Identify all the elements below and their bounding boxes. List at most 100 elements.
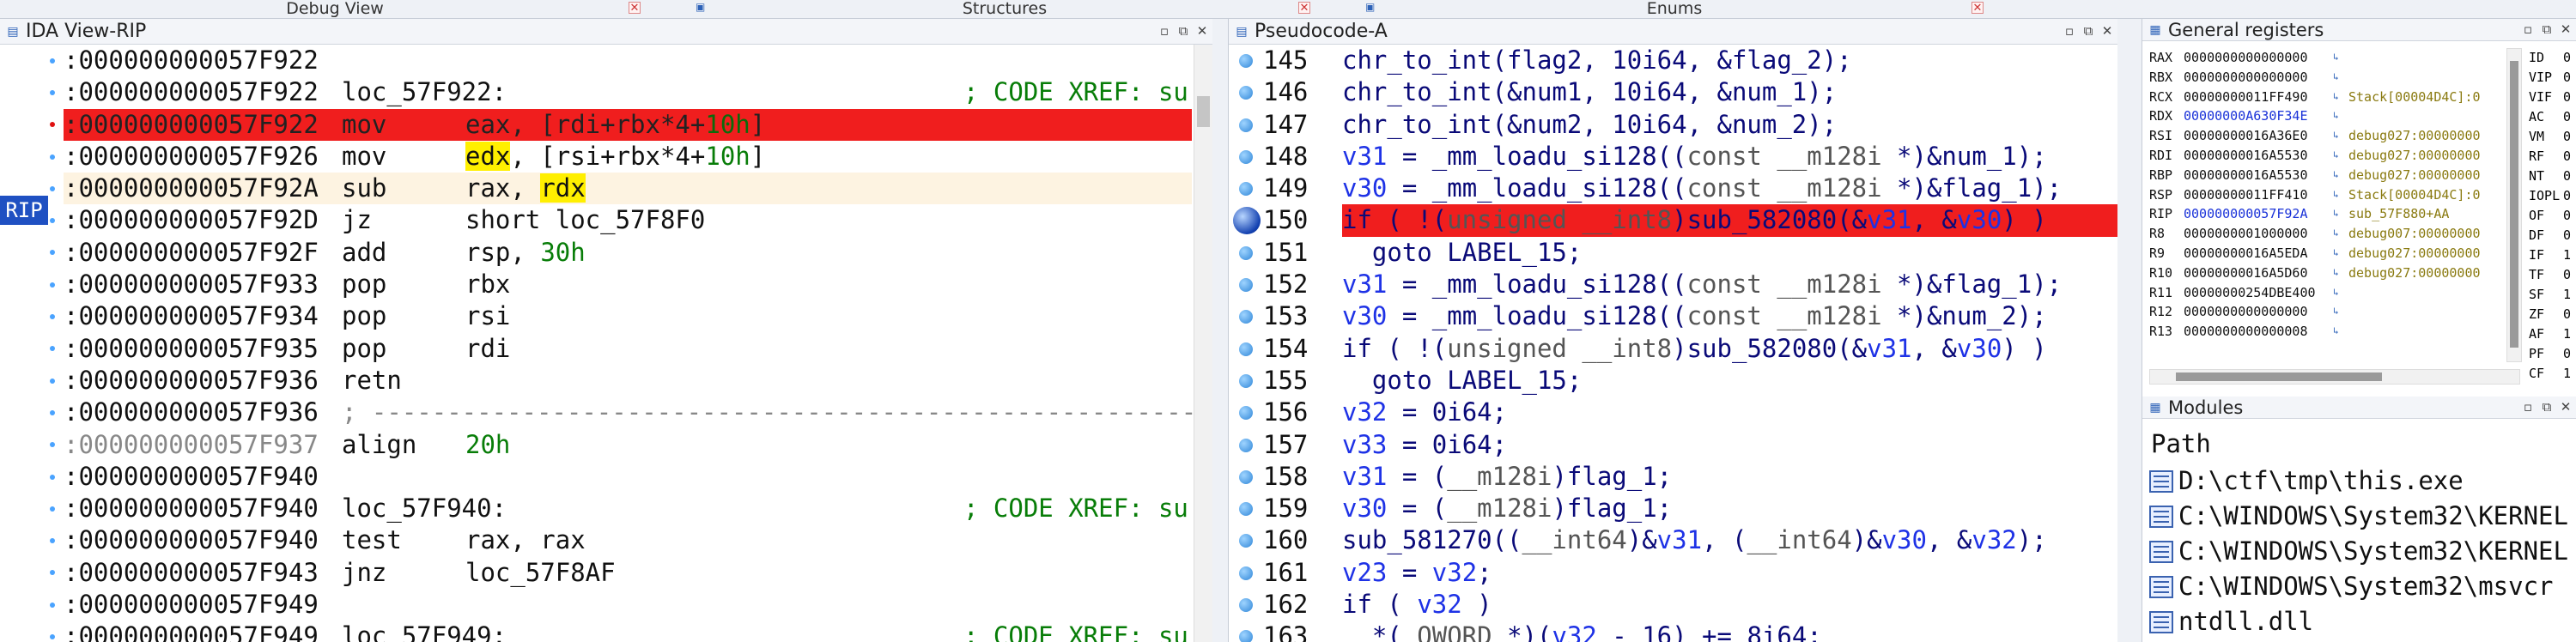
register-jump-icon[interactable]: ↳ (2333, 247, 2345, 258)
pseudocode-text[interactable]: chr_to_int(&num2, 10i64, &num_2); (1342, 109, 1837, 141)
register-value[interactable]: 000000000057F92A (2184, 204, 2308, 224)
flag-row[interactable]: CF 1 (2527, 364, 2573, 384)
ida-disassembly-listing[interactable]: :000000000057F922:000000000057F922 loc_57… (64, 45, 1212, 642)
module-row[interactable]: ntdll.dll (2148, 604, 2576, 639)
flag-row[interactable]: VIP 0 (2527, 68, 2573, 88)
register-row[interactable]: RAX 0000000000000000 ↳ (2149, 48, 2508, 68)
registers-restore-icon[interactable]: ⧉ (2538, 21, 2555, 38)
flag-row[interactable]: AC 0 (2527, 107, 2573, 127)
registers-close-icon[interactable]: ✕ (2557, 21, 2574, 38)
register-row[interactable]: RBX 0000000000000000 ↳ (2149, 68, 2508, 88)
asm-line[interactable]: :000000000057F926 mov edx, [rsi+rbx*4+10h] (64, 141, 1192, 173)
register-jump-icon[interactable]: ↳ (2333, 306, 2345, 317)
flag-row[interactable]: VM 0 (2527, 127, 2573, 147)
register-jump-icon[interactable]: ↳ (2333, 169, 2345, 180)
asm-xref-comment[interactable]: ; CODE XREF: su (963, 76, 1188, 108)
highlighted-register[interactable]: edx (465, 141, 511, 171)
pseudocode-line[interactable]: 154 if ( !(unsigned __int8)sub_582080(&v3… (1229, 333, 2117, 365)
tab-structures[interactable]: Structures (824, 0, 1185, 19)
register-value[interactable]: 00000000A630F34E (2184, 106, 2308, 126)
asm-line[interactable]: :000000000057F936 ; ---------------------… (64, 397, 1212, 428)
ida-view-close-icon[interactable]: ✕ (1194, 22, 1211, 39)
modules-pane[interactable]: ▦ Modules ▫ ⧉ ✕ Path D:\ctf\tmp\this.exe… (2142, 397, 2576, 642)
flags-list[interactable]: ID 0 VIP 0 VIF 0 AC 0 VM 0 RF 0 NT 0 IOPL 0 OF 0 DF 0 IF 1 TF 0… (2527, 48, 2573, 384)
register-row[interactable]: R9 00000000016A5EDA ↳ debug027:00000000 (2149, 244, 2508, 263)
breakpoint-dot-icon[interactable] (1239, 245, 1253, 260)
breakpoint-dot-icon[interactable] (1239, 406, 1253, 421)
breakpoint-dot-icon[interactable] (1239, 438, 1253, 452)
asm-mnemonic[interactable]: mov (342, 109, 386, 141)
breakpoint-dot-icon[interactable] (1239, 118, 1253, 132)
register-row[interactable]: RDX 00000000A630F34E ↳ (2149, 106, 2508, 126)
asm-line[interactable]: :000000000057F940 (64, 461, 1192, 493)
asm-line[interactable]: :000000000057F949 loc_57F949: ; CODE XREF:… (64, 621, 1192, 642)
register-jump-icon[interactable]: ↳ (2333, 111, 2345, 121)
breakpoint-dot-icon[interactable] (1239, 54, 1253, 68)
register-row[interactable]: R10 00000000016A5D60 ↳ debug027:00000000 (2149, 263, 2508, 283)
register-value[interactable]: 0000000000000008 (2184, 322, 2308, 342)
registers-float-icon[interactable]: ▫ (2519, 21, 2537, 38)
flag-value[interactable]: 0 (2563, 127, 2571, 147)
asm-line[interactable]: :000000000057F933 pop rbx (64, 269, 1192, 300)
register-row[interactable]: RDI 00000000016A5530 ↳ debug027:00000000 (2149, 146, 2508, 166)
register-value[interactable]: 00000000254DBE400 (2184, 283, 2316, 303)
asm-xref-comment[interactable]: ; CODE XREF: su (963, 493, 1188, 524)
pseudocode-line[interactable]: 155 goto LABEL_15; (1229, 365, 2117, 397)
asm-line[interactable]: :000000000057F922 mov eax, [rdi+rbx*4+10h] (64, 108, 1192, 141)
pseudocode-text[interactable]: goto LABEL_15; (1342, 237, 1582, 269)
flag-row[interactable]: OF 0 (2527, 206, 2573, 226)
asm-mnemonic[interactable]: pop (342, 333, 386, 365)
flag-row[interactable]: TF 0 (2527, 265, 2573, 285)
asm-mnemonic[interactable]: jnz (342, 557, 386, 589)
registers-vscroll-thumb[interactable] (2510, 61, 2518, 348)
register-row[interactable]: R8 0000000001000000 ↳ debug007:00000000 (2149, 224, 2508, 244)
modules-list[interactable]: D:\ctf\tmp\this.exe C:\WINDOWS\System32\K… (2148, 463, 2576, 639)
register-jump-icon[interactable]: ↳ (2333, 52, 2345, 63)
asm-line[interactable]: :000000000057F92F add rsp, 30h (64, 237, 1192, 269)
flag-value[interactable]: 0 (2563, 265, 2571, 285)
asm-operands[interactable]: rsi (465, 300, 510, 332)
pseudocode-line[interactable]: 146 chr_to_int(&num1, 10i64, &num_1); (1229, 76, 2117, 108)
flag-value[interactable]: 0 (2563, 68, 2571, 88)
pseudocode-line[interactable]: 162 if ( v32 ) (1229, 589, 2117, 621)
register-row[interactable]: RBP 00000000016A5530 ↳ debug027:00000000 (2149, 166, 2508, 185)
asm-operands[interactable]: rax, rdx (465, 173, 586, 204)
register-value[interactable]: 0000000000000000 (2184, 48, 2308, 68)
breakpoint-dot-icon[interactable] (1239, 469, 1253, 484)
register-value[interactable]: 00000000011FF490 (2184, 88, 2308, 107)
register-value[interactable]: 00000000016A5EDA (2184, 244, 2308, 263)
modules-float-icon[interactable]: ▫ (2519, 398, 2537, 415)
module-row[interactable]: C:\WINDOWS\System32\KERNEL (2148, 534, 2576, 569)
breakpoint-dot-icon[interactable] (1239, 182, 1253, 197)
pseudocode-line[interactable]: 152 v31 = _mm_loadu_si128((const __m128i … (1229, 269, 2117, 300)
pseudocode-line[interactable]: 149 v30 = _mm_loadu_si128((const __m128i … (1229, 173, 2117, 204)
tab-enums-close-icon[interactable]: ✕ (1971, 2, 1984, 14)
pseudocode-text[interactable]: v23 = v32; (1342, 557, 1492, 589)
asm-line[interactable]: :000000000057F940 test rax, rax (64, 524, 1192, 556)
modules-close-icon[interactable]: ✕ (2557, 398, 2574, 415)
registers-horizontal-scrollbar[interactable] (2149, 369, 2520, 385)
asm-operands[interactable]: rax, rax (465, 524, 586, 556)
ida-view-restore-icon[interactable]: ⧉ (1175, 22, 1192, 39)
pseudocode-text[interactable]: if ( !(unsigned __int8)sub_582080(&v31, … (1342, 333, 2047, 365)
flag-value[interactable]: 0 (2563, 147, 2571, 167)
flag-row[interactable]: ID 0 (2527, 48, 2573, 68)
register-row[interactable]: RIP 000000000057F92A ↳ sub_57F880+AA (2149, 204, 2508, 224)
register-value[interactable]: 00000000011FF410 (2184, 185, 2308, 205)
module-row[interactable]: C:\WINDOWS\System32\msvcr (2148, 569, 2576, 604)
breakpoint-dot-icon[interactable] (1239, 149, 1253, 164)
pseudocode-line[interactable]: 163 *(_QWORD *)(v32 - 16) += 8i64; (1229, 621, 2117, 642)
pseudocode-text[interactable]: if ( v32 ) (1342, 589, 1492, 621)
asm-line[interactable]: :000000000057F949 (64, 589, 1192, 621)
asm-line[interactable]: :000000000057F922 loc_57F922: ; CODE XREF:… (64, 76, 1192, 108)
pseudocode-text[interactable]: goto LABEL_15; (1342, 365, 1582, 397)
pseudocode-line[interactable]: 161 v23 = v32; (1229, 557, 2117, 589)
register-jump-icon[interactable]: ↳ (2333, 71, 2345, 82)
pseudocode-line[interactable]: 145 chr_to_int(flag2, 10i64, &flag_2); (1229, 45, 2117, 76)
asm-line[interactable]: :000000000057F936 retn (64, 365, 1192, 397)
flag-row[interactable]: AF 1 (2527, 324, 2573, 344)
pseudocode-text[interactable]: v32 = 0i64; (1342, 397, 1507, 428)
register-value[interactable]: 00000000016A36E0 (2184, 126, 2308, 146)
pseudocode-line[interactable]: 160 sub_581270((__int64)&v31, (__int64)&v… (1229, 524, 2117, 556)
asm-operands[interactable]: edx, [rsi+rbx*4+10h] (465, 141, 765, 173)
